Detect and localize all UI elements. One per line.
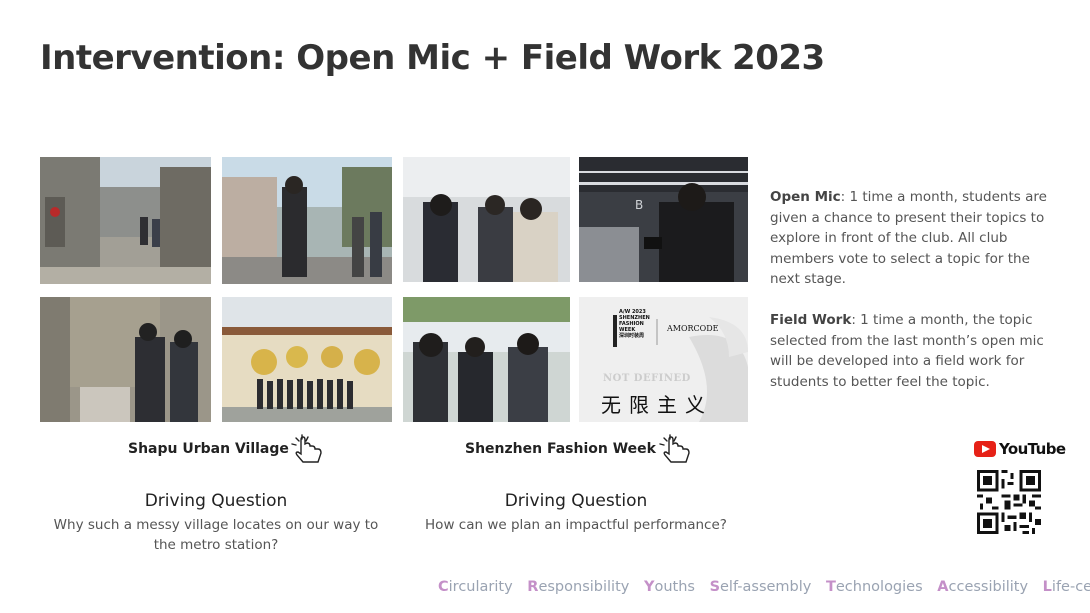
photo-village-photographer — [222, 157, 392, 284]
driving-question-text: Why such a messy village locates on our … — [53, 517, 379, 553]
svg-text:B: B — [635, 198, 643, 212]
field-work-description: Field Work: 1 time a month, the topic se… — [770, 310, 1060, 392]
photo-fashion-students — [403, 297, 570, 422]
caption-shapu: Shapu Urban Village — [128, 441, 289, 457]
values-footer: Circularity Responsibility Youths Self-a… — [438, 579, 1090, 595]
value-life-centrism: Life-centrism — [1042, 579, 1090, 595]
value-circularity: Circularity — [438, 579, 513, 595]
driving-question-text: How can we plan an impactful performance… — [425, 517, 727, 533]
value-accessibility: Accessibility — [937, 579, 1029, 595]
youtube-label: YouTube — [999, 440, 1066, 458]
photo-village-wall — [40, 297, 211, 422]
click-hand-icon[interactable] — [658, 434, 694, 464]
photo-village-alley — [40, 157, 211, 284]
value-technologies: Technologies — [825, 579, 923, 595]
youtube-link[interactable]: YouTube — [974, 440, 1066, 458]
photo-village-group — [222, 297, 392, 422]
open-mic-label: Open Mic — [770, 189, 841, 205]
driving-question-shenzhen: Driving Question How can we plan an impa… — [410, 491, 742, 535]
value-self-assembly: Self-assembly — [709, 579, 812, 595]
poster-tag: NOT DEFINED — [603, 373, 691, 384]
caption-shenzhen: Shenzhen Fashion Week — [465, 441, 656, 457]
driving-question-shapu: Driving Question Why such a messy villag… — [50, 491, 382, 555]
poster-brand: AMORCODE — [667, 324, 719, 333]
photo-fashion-camera: B — [579, 157, 748, 282]
poster-cn-title: 无限主义 — [601, 393, 713, 417]
photo-fashion-poster: A/W 2023 SHENZHEN FASHION WEEK 深圳时装周 AMO… — [579, 297, 748, 422]
driving-question-title: Driving Question — [144, 491, 288, 511]
qr-code-icon[interactable] — [977, 470, 1041, 534]
field-work-label: Field Work — [770, 312, 852, 328]
photo-fashion-backstage — [403, 157, 570, 282]
value-youths: Youths — [643, 579, 695, 595]
driving-question-title: Driving Question — [504, 491, 648, 511]
youtube-play-icon — [974, 441, 996, 457]
page-title: Intervention: Open Mic + Field Work 2023 — [40, 38, 825, 78]
open-mic-description: Open Mic: 1 time a month, students are g… — [770, 187, 1060, 290]
value-responsibility: Responsibility — [527, 579, 630, 595]
click-hand-icon[interactable] — [290, 434, 326, 464]
poster-logo: A/W 2023 SHENZHEN FASHION WEEK 深圳时装周 — [619, 309, 650, 339]
